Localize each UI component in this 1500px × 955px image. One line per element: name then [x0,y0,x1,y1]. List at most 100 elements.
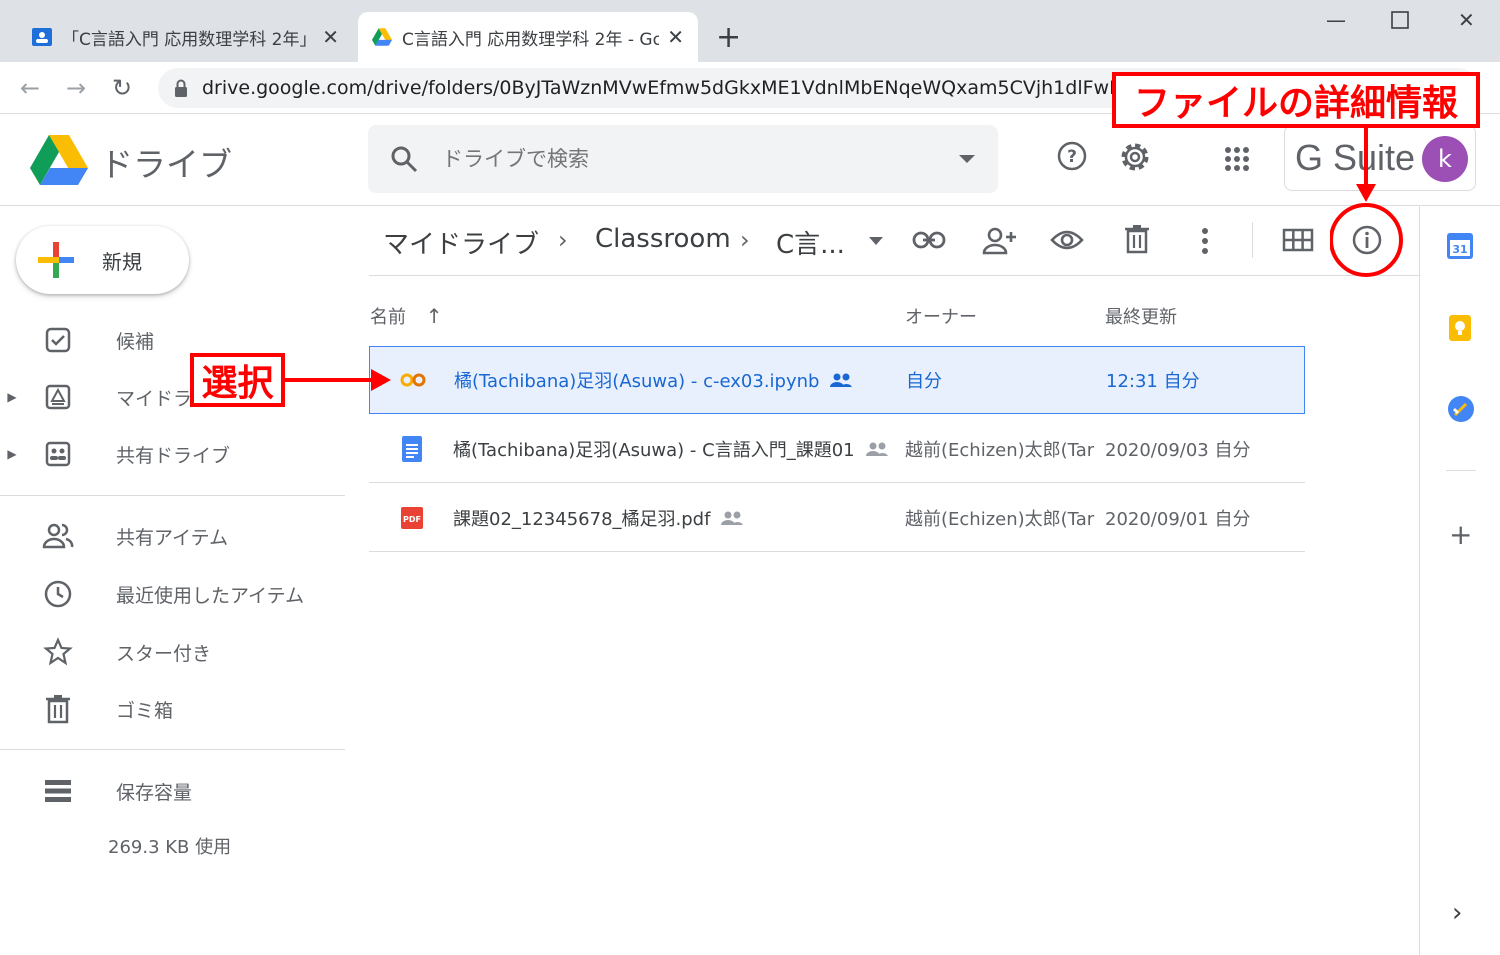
sidebar-item-label: スター付き [116,642,212,665]
close-icon[interactable]: ✕ [322,25,339,49]
window-close-icon[interactable]: ✕ [1458,8,1475,32]
get-addons-plus-icon[interactable]: + [1449,518,1472,551]
column-header-label: 名前 [370,307,406,328]
maximize-icon[interactable] [1391,10,1409,34]
avatar[interactable]: k [1422,136,1468,182]
search-bar[interactable] [368,125,998,193]
shared-drives-icon [40,436,76,472]
sidebar-item-label: ゴミ箱 [116,699,174,722]
storage-icon [40,773,76,809]
file-owner: 越前(Echizen)太郎(Tar [905,439,1095,461]
app-name: ドライブ [100,145,232,184]
star-icon [40,634,76,670]
help-icon[interactable]: ? [1056,140,1088,172]
table-row[interactable]: 橘(Tachibana)足羽(Asuwa) - c-ex03.ipynb 自分 … [369,346,1305,414]
expand-panel-chevron-icon[interactable]: › [1452,898,1462,928]
share-person-add-icon[interactable] [982,226,1018,256]
column-header-name[interactable]: 名前 ↑ [370,303,443,329]
svg-text:31: 31 [1452,243,1467,256]
sidebar-item-starred[interactable]: スター付き [0,632,345,672]
lock-icon [175,79,187,97]
preview-eye-icon[interactable] [1050,228,1084,252]
my-drive-icon [40,379,76,415]
url-text: drive.google.com/drive/folders/0ByJTaWzn… [202,77,1142,99]
file-modified: 12:31 自分 [1106,371,1200,392]
column-header-owner: オーナー [905,307,977,328]
more-actions-icon[interactable] [1200,226,1210,256]
file-owner: 自分 [906,371,942,392]
shared-people-icon [865,442,888,456]
grid-view-icon[interactable] [1282,228,1314,252]
sort-ascending-icon[interactable]: ↑ [426,304,443,328]
tab-label: C言語入門 応用数理学科 2年 - Go [402,29,660,50]
sidebar-item-storage[interactable]: 保存容量 [0,771,345,811]
file-modified: 2020/09/01 自分 [1105,508,1251,530]
sidebar-item-trash[interactable]: ゴミ箱 [0,689,345,729]
shared-with-me-icon [40,518,76,554]
breadcrumb-separator-icon: › [740,226,750,254]
breadcrumb-my-drive[interactable]: マイドライブ [383,224,539,261]
sidebar-item-shared-with-me[interactable]: 共有アイテム [0,516,345,556]
back-icon[interactable]: ← [20,74,40,102]
remove-trash-icon[interactable] [1124,224,1150,254]
close-icon[interactable]: ✕ [667,25,684,49]
sidebar-item-label: 保存容量 [116,781,193,804]
file-name: 課題02_12345678_橘足羽.pdf [453,508,711,530]
svg-text:?: ? [1067,147,1077,167]
annotation-select: 選択 [190,353,285,407]
minimize-icon[interactable]: — [1326,8,1346,32]
keep-icon[interactable] [1446,314,1474,342]
breadcrumb-separator-icon: › [558,226,568,254]
sidebar-item-label: 候補 [116,330,155,353]
tasks-icon[interactable] [1446,394,1476,424]
table-row[interactable]: 橘(Tachibana)足羽(Asuwa) - C言語入門_課題01 越前(Ec… [369,415,1305,483]
annotation-file-details: ファイルの詳細情報 [1112,72,1480,128]
browser-tab-drive[interactable]: C言語入門 応用数理学科 2年 - Go ✕ [358,12,698,62]
google-doc-icon [399,415,425,482]
sidebar-item-priority[interactable]: 候補 [0,320,345,360]
new-button-label: 新規 [102,249,142,274]
annotation-arrow-icon [1330,126,1403,277]
search-input[interactable] [442,147,958,171]
sidebar-item-label: 共有アイテム [116,526,229,549]
forward-icon[interactable]: → [66,74,86,102]
file-modified: 2020/09/03 自分 [1105,439,1251,461]
get-link-icon[interactable] [912,228,946,252]
sidebar-divider [0,749,345,750]
column-header-modified[interactable]: 最終更新 [1105,303,1177,329]
search-options-icon[interactable] [958,154,976,164]
shared-people-icon [721,511,744,525]
sidebar-item-shared-drives[interactable]: ▶ 共有ドライブ [0,434,345,474]
apps-grid-icon[interactable] [1224,146,1250,172]
drive-logo-icon [30,135,88,185]
tab-label: 「C言語入門 応用数理学科 2年」の [62,29,315,50]
breadcrumb-classroom[interactable]: Classroom [595,224,731,254]
new-button[interactable]: 新規 [16,226,189,294]
storage-usage-text: 269.3 KB 使用 [108,837,232,858]
search-icon[interactable] [390,145,418,173]
side-panel-divider [1419,206,1420,955]
folder-menu-dropdown-icon[interactable] [868,236,884,246]
expand-caret-icon[interactable]: ▶ [0,447,24,461]
browser-tab-classroom[interactable]: 「C言語入門 応用数理学科 2年」の ✕ [18,12,353,62]
priority-icon [40,322,76,358]
side-panel-separator [1446,470,1476,471]
svg-text:PDF: PDF [403,515,421,524]
annotation-arrow-icon [285,369,391,391]
new-tab-button[interactable]: + [716,20,741,55]
table-row[interactable]: PDF 課題02_12345678_橘足羽.pdf 越前(Echizen)太郎(… [369,484,1305,552]
reload-icon[interactable]: ↻ [112,74,132,102]
shared-people-icon [830,373,853,387]
sidebar-item-label: 最近使用したアイテム [116,584,305,607]
expand-caret-icon[interactable]: ▶ [0,390,24,404]
toolbar-separator [1252,222,1253,258]
file-name: 橘(Tachibana)足羽(Asuwa) - C言語入門_課題01 [453,439,855,461]
sidebar-divider [0,495,345,496]
toolbar-divider [369,275,1419,276]
sidebar-item-recent[interactable]: 最近使用したアイテム [0,574,345,614]
classroom-icon [32,28,52,46]
header-divider [0,205,1500,206]
breadcrumb-current-folder[interactable]: C言... [776,224,845,261]
calendar-icon[interactable]: 31 [1446,232,1474,260]
settings-icon[interactable] [1118,140,1152,174]
